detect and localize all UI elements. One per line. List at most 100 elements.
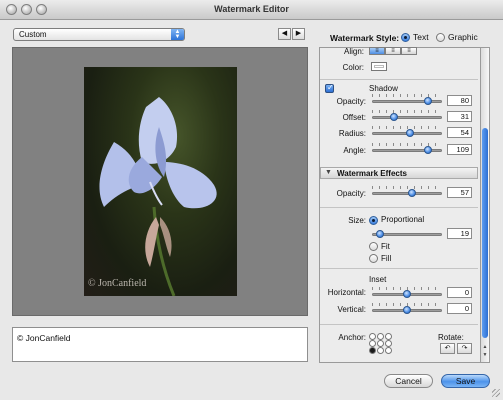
shadow-label: Shadow	[369, 84, 398, 93]
slider-ticks	[372, 143, 442, 146]
preview-photo: © JonCanfield	[84, 67, 237, 296]
shadow-angle-slider[interactable]	[372, 143, 442, 155]
inset-title: Inset	[369, 275, 387, 284]
anchor-top-center[interactable]	[377, 333, 384, 340]
cancel-button[interactable]: Cancel	[384, 374, 433, 388]
size-field[interactable]: 19	[447, 228, 472, 239]
rotate-right-icon: ↷	[461, 345, 468, 352]
slider-ticks	[372, 186, 442, 189]
preset-popup[interactable]: Custom ▲ ▼	[13, 28, 185, 41]
watermark-text-value: © JonCanfield	[17, 333, 71, 343]
inset-horizontal-slider[interactable]	[372, 287, 442, 299]
anchor-middle-left[interactable]	[369, 340, 376, 347]
style-graphic-label: Graphic	[448, 32, 478, 42]
scroll-down-arrow-icon[interactable]: ▼	[482, 352, 488, 358]
inset-horizontal-field[interactable]: 0	[447, 287, 472, 298]
rotate-left-button[interactable]: ↶	[440, 343, 455, 354]
size-fill-radio[interactable]	[369, 254, 378, 263]
shadow-radius-field[interactable]: 54	[447, 127, 472, 138]
effects-opacity-slider[interactable]	[372, 186, 442, 198]
window-title: Watermark Editor	[214, 4, 289, 14]
align-segmented-control[interactable]: ≡ ≡ ≡	[369, 47, 417, 56]
inset-vertical-field[interactable]: 0	[447, 303, 472, 314]
style-graphic-radio[interactable]	[436, 33, 445, 42]
size-fit-label: Fit	[381, 242, 390, 251]
watermark-effects-header[interactable]: ▼ Watermark Effects	[320, 167, 478, 179]
inset-vertical-label: Vertical:	[337, 305, 366, 314]
shadow-radius-slider[interactable]	[372, 126, 442, 138]
size-fill-label: Fill	[381, 254, 392, 263]
shadow-offset-label: Offset:	[342, 113, 366, 122]
divider	[320, 268, 478, 269]
shadow-offset-field[interactable]: 31	[447, 111, 472, 122]
slider-knob[interactable]	[407, 189, 416, 197]
inset-vertical-slider[interactable]	[372, 303, 442, 315]
anchor-middle-right[interactable]	[385, 340, 392, 347]
shadow-angle-field[interactable]: 109	[447, 144, 472, 155]
align-right-button[interactable]: ≡	[401, 47, 417, 55]
shadow-offset-slider[interactable]	[372, 110, 442, 122]
anchor-label: Anchor:	[338, 333, 366, 342]
divider	[320, 79, 478, 80]
save-button[interactable]: Save	[441, 374, 490, 388]
preview-watermark-text: © JonCanfield	[88, 278, 147, 289]
shadow-opacity-label: Opacity:	[336, 97, 366, 106]
slider-knob[interactable]	[403, 290, 411, 298]
previous-image-button[interactable]: ◀	[278, 28, 291, 40]
slider-knob[interactable]	[403, 306, 411, 314]
anchor-middle-center[interactable]	[377, 340, 384, 347]
slider-ticks	[372, 94, 442, 97]
style-text-radio[interactable]	[401, 33, 410, 42]
next-image-button[interactable]: ▶	[292, 28, 305, 40]
color-label: Color:	[342, 63, 364, 72]
watermark-text-field[interactable]: © JonCanfield	[12, 327, 308, 362]
slider-knob[interactable]	[376, 230, 385, 238]
anchor-top-right[interactable]	[385, 333, 392, 340]
disclosure-triangle-icon: ▼	[325, 169, 332, 176]
size-proportional-label: Proportional	[381, 215, 425, 224]
anchor-grid[interactable]	[369, 333, 393, 355]
rotate-left-icon: ↶	[444, 345, 451, 352]
size-label: Size:	[348, 216, 366, 225]
slider-knob[interactable]	[424, 146, 432, 154]
preset-popup-label: Custom	[19, 30, 47, 39]
settings-scrollbar[interactable]: ▲ ▼	[480, 47, 490, 363]
shadow-opacity-slider[interactable]	[372, 94, 442, 106]
anchor-bottom-center[interactable]	[377, 347, 384, 354]
shadow-angle-label: Angle:	[343, 146, 366, 155]
effects-opacity-field[interactable]: 57	[447, 187, 472, 198]
scrollbar-thumb[interactable]	[482, 128, 488, 338]
watermark-style-label: Watermark Style:	[330, 33, 400, 43]
align-left-button[interactable]: ≡	[369, 47, 385, 55]
inset-horizontal-label: Horizontal:	[327, 288, 366, 297]
anchor-bottom-left[interactable]	[369, 347, 376, 354]
rotate-right-button[interactable]: ↷	[457, 343, 472, 354]
anchor-top-left[interactable]	[369, 333, 376, 340]
anchor-bottom-right[interactable]	[385, 347, 392, 354]
align-label: Align:	[343, 47, 364, 56]
watermark-effects-title: Watermark Effects	[337, 169, 407, 178]
slider-knob[interactable]	[424, 97, 432, 105]
style-text-label: Text	[413, 32, 429, 42]
slider-knob[interactable]	[405, 129, 414, 137]
slider-knob[interactable]	[389, 113, 398, 121]
shadow-radius-label: Radius:	[338, 129, 366, 138]
divider	[320, 324, 478, 325]
color-swatch[interactable]	[371, 62, 387, 71]
resize-grip-icon[interactable]	[492, 389, 500, 397]
iris-flower-image	[99, 97, 217, 296]
shadow-opacity-field[interactable]: 80	[447, 95, 472, 106]
slider-track	[372, 116, 442, 119]
divider	[320, 207, 478, 208]
shadow-checkbox[interactable]	[325, 83, 334, 93]
size-slider[interactable]	[372, 229, 442, 239]
size-proportional-radio[interactable]	[369, 216, 378, 225]
slider-ticks	[372, 110, 442, 113]
effects-opacity-label: Opacity:	[336, 189, 366, 198]
scroll-up-arrow-icon[interactable]: ▲	[482, 344, 488, 350]
rotate-label: Rotate:	[438, 333, 464, 342]
popup-arrows-icon: ▲ ▼	[171, 29, 184, 40]
size-fit-radio[interactable]	[369, 242, 378, 251]
title-bar: Watermark Editor	[0, 0, 503, 20]
align-center-button[interactable]: ≡	[385, 47, 401, 55]
